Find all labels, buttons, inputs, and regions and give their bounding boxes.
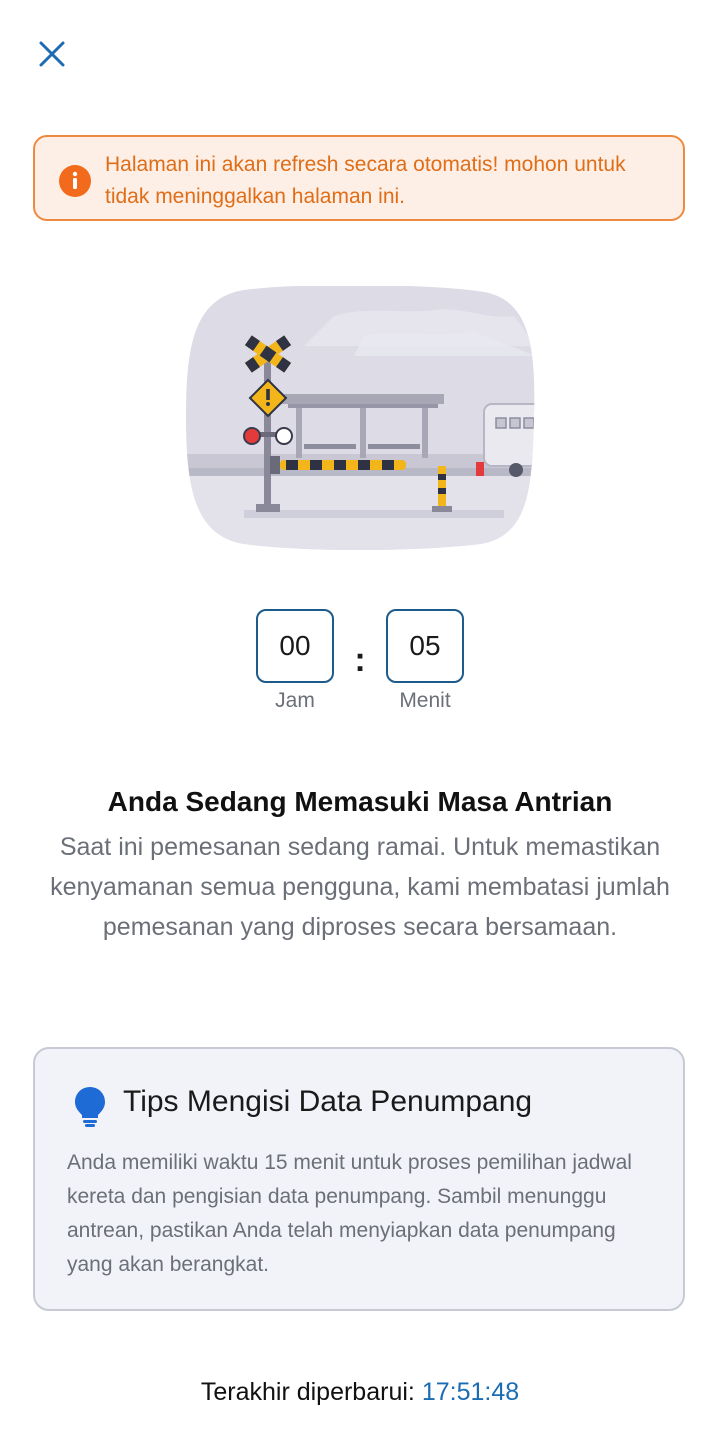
hours-label: Jam [275, 689, 315, 712]
railway-crossing-illustration [186, 286, 535, 550]
minutes-box: 05 [386, 609, 464, 683]
tips-card: Tips Mengisi Data Penumpang Anda memilik… [33, 1047, 685, 1311]
alert-message: Halaman ini akan refresh secara otomatis… [105, 153, 626, 208]
last-updated-time: 17:51:48 [421, 1378, 520, 1406]
queue-title: Anda Sedang Memasuki Masa Antrian [107, 786, 613, 817]
queue-timer: 00 Jam : 05 Menit [0, 609, 720, 719]
auto-refresh-alert: Halaman ini akan refresh secara otomatis… [33, 135, 685, 221]
last-updated: Terakhir diperbarui: 17:51:48 [0, 1378, 720, 1407]
tips-title: Tips Mengisi Data Penumpang [123, 1085, 533, 1118]
info-icon [59, 165, 91, 197]
queue-page: Halaman ini akan refresh secara otomatis… [0, 0, 720, 1438]
tips-body: Anda memiliki waktu 15 menit untuk prose… [67, 1151, 632, 1276]
minutes-label: Menit [399, 689, 451, 712]
queue-description: Saat ini pemesanan sedang ramai. Untuk m… [50, 833, 670, 941]
last-updated-label: Terakhir diperbarui: [200, 1378, 415, 1406]
lightbulb-icon [75, 1087, 105, 1127]
close-button[interactable] [30, 32, 74, 76]
hours-box: 00 [256, 609, 334, 683]
time-separator: : [354, 641, 366, 679]
close-icon [39, 41, 65, 67]
